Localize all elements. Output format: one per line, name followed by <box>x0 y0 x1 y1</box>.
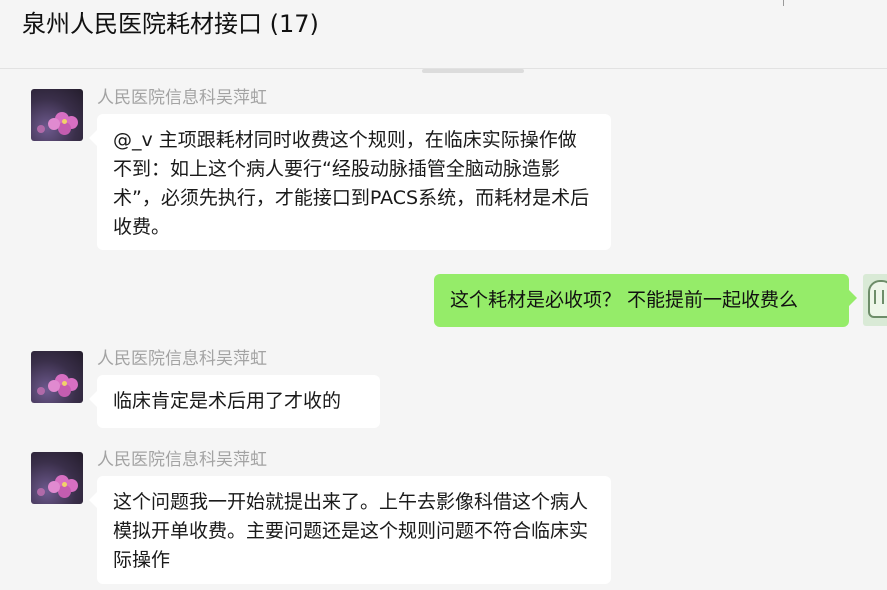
flower-avatar-icon[interactable] <box>31 351 83 403</box>
header-divider-tick <box>783 0 784 6</box>
message-sender-name: 人民医院信息科吴萍虹 <box>97 88 267 108</box>
scroll-indicator[interactable] <box>422 69 524 73</box>
self-message-bubble[interactable]: 这个耗材是必收项？ 不能提前一起收费么 <box>434 274 857 327</box>
message-text: 这个问题我一开始就提出来了。上午去影像科借这个病人模拟开单收费。主要问题还是这个… <box>113 491 589 571</box>
message-sender-name: 人民医院信息科吴萍虹 <box>97 349 267 369</box>
chat-title: 泉州人民医院耗材接口 (17) <box>22 10 319 38</box>
flower-avatar-icon[interactable] <box>31 89 83 141</box>
message-sender-name: 人民医院信息科吴萍虹 <box>97 450 267 470</box>
flower-avatar-icon[interactable] <box>31 452 83 504</box>
chat-window: 泉州人民医院耗材接口 (17) 人民医院信息科吴萍虹 @_v 主项跟耗材同时收费… <box>0 0 887 590</box>
message-text: @_v 主项跟耗材同时收费这个规则，在临床实际操作做不到：如上这个病人要行“经股… <box>113 129 590 238</box>
message-bubble[interactable]: 临床肯定是术后用了才收的 <box>89 375 380 428</box>
user-avatar-icon[interactable] <box>863 274 887 326</box>
message-bubble[interactable]: 这个问题我一开始就提出来了。上午去影像科借这个病人模拟开单收费。主要问题还是这个… <box>89 476 611 584</box>
message-text: 这个耗材是必收项？ 不能提前一起收费么 <box>450 289 799 311</box>
message-text: 临床肯定是术后用了才收的 <box>113 390 342 412</box>
chat-header: 泉州人民医院耗材接口 (17) <box>0 0 887 69</box>
message-bubble[interactable]: @_v 主项跟耗材同时收费这个规则，在临床实际操作做不到：如上这个病人要行“经股… <box>89 114 611 250</box>
